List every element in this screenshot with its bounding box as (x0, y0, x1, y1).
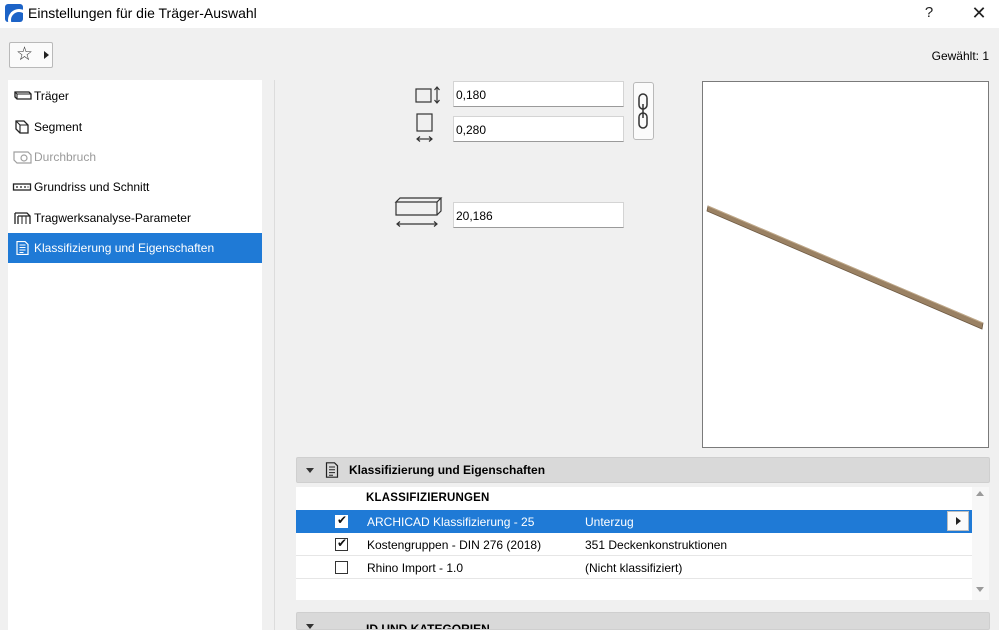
id-categories-panel-header[interactable]: ID UND KATEGORIEN (296, 612, 990, 630)
sidebar-item-traeger[interactable]: Träger (8, 81, 262, 111)
sidebar-item-label: Durchbruch (34, 150, 97, 164)
beam-width-icon (415, 86, 440, 104)
checkmark-icon: ✔ (337, 536, 348, 550)
help-button[interactable]: ? (914, 2, 944, 24)
sidebar-item-label: Segment (34, 120, 83, 134)
beam-height-icon (416, 113, 433, 142)
collapse-arrow-icon[interactable] (306, 624, 314, 629)
classification-system-name: Kostengruppen - DIN 276 (2018) (367, 538, 542, 552)
link-dimensions-button[interactable] (633, 82, 654, 140)
classification-checkbox[interactable] (335, 561, 348, 574)
title-bar: Einstellungen für die Träger-Auswahl ? ✕ (0, 0, 999, 28)
beam-width-field[interactable]: 0,180 (453, 81, 624, 107)
settings-sidebar: Träger Segment Durchbruch Grundriss und … (8, 80, 262, 630)
archicad-app-icon (5, 4, 23, 22)
segment-icon (15, 120, 29, 134)
beam-preview-graphic (706, 205, 984, 330)
structural-analysis-icon (14, 212, 31, 224)
classification-panel-header[interactable]: Klassifizierung und Eigenschaften (296, 457, 990, 483)
classification-panel-title: Klassifizierung und Eigenschaften (349, 463, 546, 477)
classification-icon (325, 462, 339, 478)
selected-count-label: Gewählt: 1 (931, 49, 989, 63)
favorites-button[interactable]: ☆ (9, 42, 53, 68)
classification-row-archicad[interactable]: ✔ ARCHICAD Klassifizierung - 25 Unterzug (296, 510, 972, 533)
classification-system-name: ARCHICAD Klassifizierung - 25 (367, 515, 535, 529)
classification-scrollbar[interactable] (972, 487, 989, 600)
sidebar-item-durchbruch: Durchbruch (8, 142, 262, 172)
scroll-up-icon[interactable] (976, 491, 984, 496)
sidebar-item-grundriss-und-schnitt[interactable]: Grundriss und Schnitt (8, 172, 262, 202)
checkmark-icon: ✔ (337, 513, 348, 527)
classification-system-name: Rhino Import - 1.0 (367, 561, 464, 575)
scroll-down-icon[interactable] (976, 587, 984, 592)
expand-arrow-button[interactable] (947, 511, 969, 531)
sidebar-item-label: Klassifizierung und Eigenschaften (34, 241, 215, 255)
sidebar-item-label: Tragwerksanalyse-Parameter (34, 211, 191, 225)
classification-checkbox[interactable]: ✔ (335, 513, 348, 528)
beam-length-field[interactable]: 20,186 (453, 202, 624, 228)
floor-plan-icon (12, 183, 32, 191)
classification-row-kostengruppen[interactable]: ✔ Kostengruppen - DIN 276 (2018) 351 Dec… (296, 533, 972, 556)
id-categories-panel-title: ID UND KATEGORIEN (366, 622, 490, 630)
sidebar-item-klassifizierung-und-eigenschaften[interactable]: Klassifizierung und Eigenschaften (8, 233, 262, 263)
beam-icon (14, 91, 32, 100)
classification-icon (16, 241, 29, 255)
beam-length-icon (394, 197, 443, 227)
classification-row-rhino[interactable]: Rhino Import - 1.0 (Nicht klassifiziert) (296, 556, 972, 579)
beam-height-field[interactable]: 0,280 (453, 116, 624, 142)
star-icon: ☆ (16, 44, 34, 65)
window-title: Einstellungen für die Träger-Auswahl (28, 5, 257, 21)
sidebar-item-label: Träger (34, 89, 69, 103)
close-button[interactable]: ✕ (964, 2, 994, 24)
dropdown-arrow-icon (44, 51, 49, 59)
classification-value[interactable]: 351 Deckenkonstruktionen (585, 538, 727, 552)
sidebar-item-tragwerksanalyse-parameter[interactable]: Tragwerksanalyse-Parameter (8, 203, 262, 233)
pane-divider[interactable] (274, 80, 275, 630)
opening-icon (13, 151, 32, 164)
beam-3d-preview[interactable] (702, 81, 989, 448)
classification-checkbox[interactable]: ✔ (335, 536, 348, 551)
classification-value[interactable]: (Nicht klassifiziert) (585, 561, 682, 575)
sidebar-item-label: Grundriss und Schnitt (34, 180, 150, 194)
classification-value[interactable]: Unterzug (585, 515, 634, 529)
classification-list: KLASSIFIZIERUNGEN ✔ ARCHICAD Klassifizie… (296, 487, 972, 600)
classifications-heading: KLASSIFIZIERUNGEN (366, 492, 490, 504)
chain-link-icon (638, 93, 648, 129)
collapse-arrow-icon[interactable] (306, 468, 314, 473)
sidebar-item-segment[interactable]: Segment (8, 112, 262, 142)
